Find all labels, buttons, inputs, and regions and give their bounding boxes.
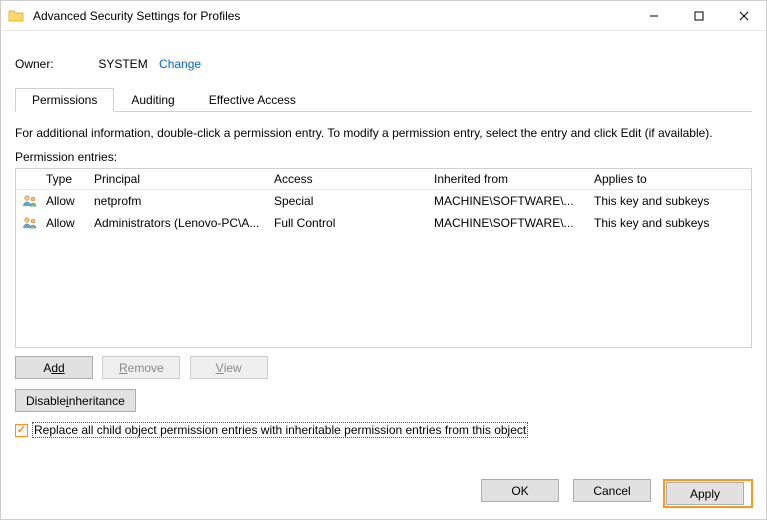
cell-inherited: MACHINE\SOFTWARE\... [428,191,588,211]
cell-inherited: MACHINE\SOFTWARE\... [428,213,588,233]
col-access[interactable]: Access [268,169,428,189]
cell-access: Special [268,191,428,211]
add-button[interactable]: Add [15,356,93,379]
col-principal[interactable]: Principal [88,169,268,189]
replace-children-row[interactable]: Replace all child object permission entr… [15,422,752,438]
maximize-button[interactable] [676,1,721,31]
permission-grid[interactable]: Type Principal Access Inherited from App… [15,168,752,348]
entries-label: Permission entries: [15,150,752,164]
col-applies[interactable]: Applies to [588,169,751,189]
table-row[interactable]: AllownetprofmSpecialMACHINE\SOFTWARE\...… [16,190,751,212]
principal-icon [16,190,40,212]
dialog-footer: OK Cancel Apply [481,479,753,508]
tab-effective-access[interactable]: Effective Access [192,88,313,112]
cancel-button[interactable]: Cancel [573,479,651,502]
cell-type: Allow [40,191,88,211]
remove-button: Remove [102,356,180,379]
owner-row: Owner: SYSTEM Change [15,57,752,71]
ok-button[interactable]: OK [481,479,559,502]
titlebar: Advanced Security Settings for Profiles [1,1,766,31]
col-icon[interactable] [16,169,40,189]
owner-label: Owner: [15,57,95,71]
apply-button[interactable]: Apply [666,482,744,505]
tab-strip: Permissions Auditing Effective Access [15,87,752,112]
grid-body: AllownetprofmSpecialMACHINE\SOFTWARE\...… [16,190,751,234]
grid-header: Type Principal Access Inherited from App… [16,169,751,190]
col-type[interactable]: Type [40,169,88,189]
cell-type: Allow [40,213,88,233]
cell-applies: This key and subkeys [588,213,751,233]
window-folder-icon [1,1,31,31]
owner-value: SYSTEM [98,57,147,71]
cell-principal: Administrators (Lenovo-PC\A... [88,213,268,233]
cell-applies: This key and subkeys [588,191,751,211]
col-inherited[interactable]: Inherited from [428,169,588,189]
replace-children-label: Replace all child object permission entr… [32,422,528,438]
minimize-button[interactable] [631,1,676,31]
principal-icon [16,212,40,234]
apply-highlight: Apply [663,479,753,508]
cell-principal: netprofm [88,191,268,211]
tab-auditing[interactable]: Auditing [114,88,191,112]
table-row[interactable]: AllowAdministrators (Lenovo-PC\A...Full … [16,212,751,234]
entry-actions: Add Remove View [15,356,752,379]
cell-access: Full Control [268,213,428,233]
view-button: View [190,356,268,379]
tab-permissions[interactable]: Permissions [15,88,114,112]
window-title: Advanced Security Settings for Profiles [31,9,631,23]
disable-inheritance-button[interactable]: Disable inheritance [15,389,136,412]
close-button[interactable] [721,1,766,31]
hint-text: For additional information, double-click… [15,126,752,140]
content-panel: Owner: SYSTEM Change Permissions Auditin… [1,31,766,448]
change-owner-link[interactable]: Change [159,57,201,71]
replace-children-checkbox[interactable] [15,424,28,437]
inheritance-row: Disable inheritance [15,389,752,412]
